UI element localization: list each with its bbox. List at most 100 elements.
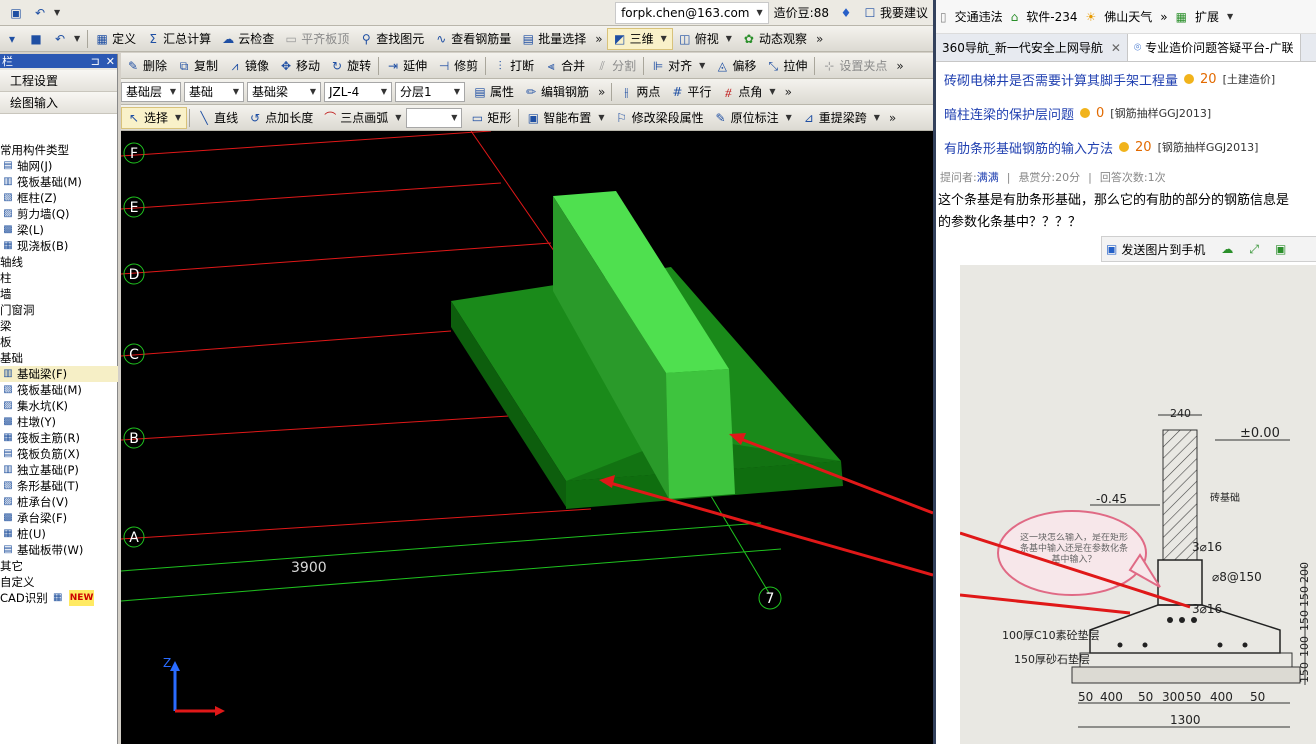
account-email[interactable]: forpk.chen@163.com ▼ — [615, 1, 769, 24]
tab-close-icon[interactable]: ✕ — [1111, 41, 1121, 55]
tree-item[interactable]: ▥ 筏板基础(M) — [0, 174, 118, 190]
tree-item[interactable]: ▨ 剪力墙(Q) — [0, 206, 118, 222]
close-icon[interactable]: ✕ — [106, 55, 115, 68]
drawing-input-button[interactable]: 绘图输入 — [0, 92, 117, 114]
tree-item[interactable]: ▧ 框柱(Z) — [0, 190, 118, 206]
tree-item[interactable]: 墙 — [0, 286, 118, 302]
tree-item[interactable]: ▤ 筏板负筋(X) — [0, 446, 118, 462]
question-item[interactable]: 砖砌电梯井是否需要计算其脚手架工程量 20 [土建造价] — [936, 62, 1316, 96]
cloud-check-button[interactable]: ☁ 云检查 — [216, 28, 279, 50]
point-length-button[interactable]: ↺ 点加长度 — [243, 107, 318, 129]
left-toggle-icon[interactable]: ▾ — [0, 28, 24, 50]
break-button[interactable]: ⫶ 打断 — [488, 55, 539, 77]
stretch-button[interactable]: ⤡ 拉伸 — [761, 55, 812, 77]
line-button[interactable]: ╲ 直线 — [192, 107, 243, 129]
extend-button[interactable]: ⇥ 延伸 — [381, 55, 432, 77]
arc-button[interactable]: ⌒ 三点画弧 ▼ — [318, 107, 406, 129]
undo-icon[interactable]: ↶ ▼ — [48, 28, 85, 50]
top-view-button[interactable]: ◫ 俯视 ▼ — [673, 28, 737, 50]
tree-item[interactable]: 柱 — [0, 270, 118, 286]
split-button[interactable]: ⫽ 分割 — [590, 55, 641, 77]
tree-item[interactable]: ▨ 桩承台(V) — [0, 494, 118, 510]
tree-item[interactable]: ▥ 基础梁(F) — [0, 366, 118, 382]
send-to-phone-button[interactable]: 发送图片到手机 — [1121, 241, 1205, 258]
offset-button[interactable]: ◬ 偏移 — [710, 55, 761, 77]
draw-mode-select[interactable]: ▼ — [406, 107, 463, 128]
save-icon[interactable]: ▣ — [4, 2, 28, 24]
tree-item[interactable]: ▨ 集水坑(K) — [0, 398, 118, 414]
tree-item[interactable]: 常用构件类型 — [0, 142, 118, 158]
bookmark-traffic[interactable]: 交通违法 — [955, 8, 1003, 25]
tree-item[interactable]: CAD识别 ▦ NEW — [0, 590, 118, 606]
tree-item[interactable]: ▧ 条形基础(T) — [0, 478, 118, 494]
tree-item[interactable]: 门窗洞 — [0, 302, 118, 318]
re-span-button[interactable]: ⊿ 重提梁跨 ▼ — [797, 107, 885, 129]
rotate-button[interactable]: ↻ 旋转 — [325, 55, 376, 77]
question-title[interactable]: 暗柱连梁的保护层问题 — [944, 104, 1074, 123]
save-file-icon[interactable]: ■ — [24, 28, 48, 50]
calc-button[interactable]: Σ 汇总计算 — [141, 28, 216, 50]
tree-item[interactable]: 轴线 — [0, 254, 118, 270]
question-item[interactable]: 暗柱连梁的保护层问题 0 [钢筋抽样GGJ2013] — [936, 96, 1316, 130]
tree-item[interactable]: ▥ 独立基础(P) — [0, 462, 118, 478]
rect-button[interactable]: ▭ 矩形 — [465, 107, 516, 129]
notify-icon[interactable]: ♦ — [834, 2, 858, 24]
tree-item[interactable]: ▩ 柱墩(Y) — [0, 414, 118, 430]
question-title[interactable]: 有肋条形基础钢筋的输入方法 — [944, 138, 1113, 157]
bookmark-weather[interactable]: 佛山天气 — [1104, 8, 1152, 25]
copy-button[interactable]: ⧉ 复制 — [172, 55, 223, 77]
save-image-icon[interactable]: ▣ — [1275, 242, 1286, 256]
tree-item[interactable]: 梁 — [0, 318, 118, 334]
view-rebar-button[interactable]: ∿ 查看钢筋量 — [429, 28, 516, 50]
3d-button[interactable]: ◩ 三维 ▼ — [606, 27, 673, 50]
select-button[interactable]: ↖ 选择 ▼ — [121, 106, 188, 129]
question-item[interactable]: 有肋条形基础钢筋的输入方法 20 [钢筋抽样GGJ2013] — [936, 130, 1316, 164]
category-select[interactable]: 基础 ▼ — [184, 81, 244, 102]
cad-viewport[interactable]: F E D C B A 7 3900 Z — [120, 130, 934, 744]
merge-button[interactable]: ⫷ 合并 — [539, 55, 590, 77]
cloud-save-icon[interactable]: ☁ — [1221, 242, 1233, 256]
suggest-button[interactable]: ☐ 我要建议 — [858, 2, 933, 24]
flush-top-button[interactable]: ▭ 平齐板顶 — [279, 28, 354, 50]
delete-button[interactable]: ✎ 删除 — [121, 55, 172, 77]
undo-button[interactable]: ↶ ▼ — [28, 2, 65, 24]
tree-item[interactable]: ▦ 筏板主筋(R) — [0, 430, 118, 446]
question-title[interactable]: 砖砌电梯井是否需要计算其脚手架工程量 — [944, 70, 1178, 89]
tree-item[interactable]: 自定义 — [0, 574, 118, 590]
tree-item[interactable]: 其它 — [0, 558, 118, 574]
tree-item[interactable]: ▦ 现浇板(B) — [0, 238, 118, 254]
tree-item[interactable]: 基础 — [0, 350, 118, 366]
modify-span-button[interactable]: ⚐ 修改梁段属性 — [610, 107, 709, 129]
component-select[interactable]: JZL-4 ▼ — [324, 81, 392, 102]
more-bookmarks-icon[interactable]: » — [1160, 10, 1167, 24]
trim-button[interactable]: ⊣ 修剪 — [432, 55, 483, 77]
tree-item[interactable]: ▩ 梁(L) — [0, 222, 118, 238]
sublayer-select[interactable]: 分层1 ▼ — [395, 81, 465, 102]
toolbar4-more-icon[interactable]: » — [885, 111, 900, 125]
toolbar3-more-icon[interactable]: » — [594, 85, 609, 99]
parallel-button[interactable]: # 平行 — [665, 81, 716, 103]
mirror-button[interactable]: ⩘ 镜像 — [223, 55, 274, 77]
properties-button[interactable]: ▤ 属性 — [468, 81, 519, 103]
fullscreen-icon[interactable]: ⤢ — [1249, 242, 1259, 257]
two-point-button[interactable]: ⫲ 两点 — [614, 81, 665, 103]
in-situ-label-button[interactable]: ✎ 原位标注 ▼ — [709, 107, 797, 129]
define-button[interactable]: ▦ 定义 — [90, 28, 141, 50]
bookmark-extension[interactable]: 扩展 — [1195, 8, 1219, 25]
tree-item[interactable]: ▧ 筏板基础(M) — [0, 382, 118, 398]
pin-icon[interactable]: ⊐ — [91, 55, 100, 68]
project-settings-button[interactable]: 工程设置 — [0, 70, 117, 92]
toolbar1b-more-icon[interactable]: » — [812, 32, 827, 46]
tree-item[interactable]: ▤ 基础板带(W) — [0, 542, 118, 558]
tab-qa[interactable]: ⌾ 专业造价问题答疑平台-广联 — [1127, 34, 1301, 61]
bookmark-software[interactable]: 软件-234 — [1026, 8, 1077, 25]
edit-rebar-button[interactable]: ✏ 编辑钢筋 — [519, 81, 594, 103]
toolbar2-more-icon[interactable]: » — [892, 59, 907, 73]
tree-item[interactable]: ▩ 承台梁(F) — [0, 510, 118, 526]
point-angle-button[interactable]: ⧣ 点角 ▼ — [716, 81, 780, 103]
floor-select[interactable]: 基础层 ▼ — [121, 81, 181, 102]
orbit-button[interactable]: ✿ 动态观察 — [737, 28, 812, 50]
tree-item[interactable]: 板 — [0, 334, 118, 350]
move-button[interactable]: ✥ 移动 — [274, 55, 325, 77]
batch-select-button[interactable]: ▤ 批量选择 — [516, 28, 591, 50]
